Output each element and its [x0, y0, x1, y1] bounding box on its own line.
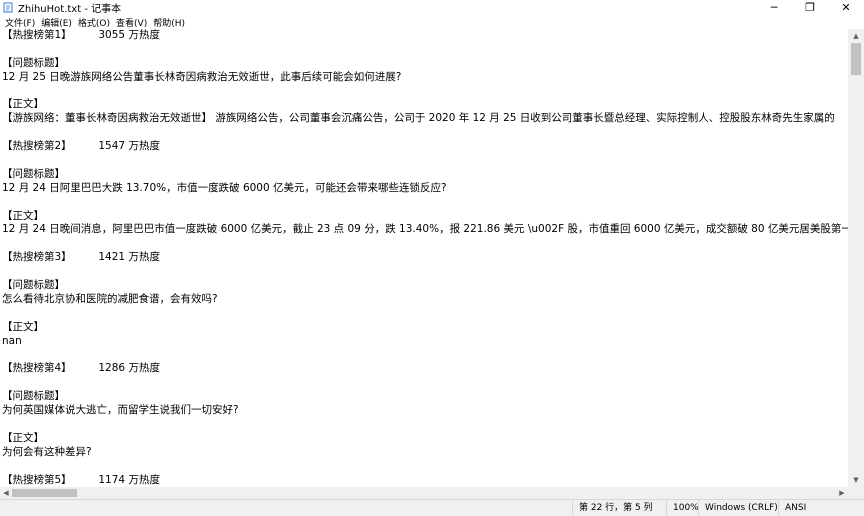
text-line: 【正文】 — [2, 320, 44, 333]
close-icon: ✕ — [841, 1, 851, 14]
text-line: 【正文】 — [2, 209, 44, 222]
text-line: 为何英国媒体说大逃亡，而留学生说我们一切安好? — [2, 404, 239, 417]
text-line: 【热搜榜第5】 1174 万热度 — [2, 473, 160, 486]
zoom-level: 100% — [666, 500, 699, 516]
minimize-icon: ─ — [770, 1, 778, 14]
text-line: 【问题标题】 — [2, 279, 65, 292]
scroll-right-button[interactable]: ▶ — [836, 487, 848, 499]
menu-format[interactable]: 格式(O) — [75, 16, 113, 29]
maximize-button[interactable]: ❐ — [792, 0, 828, 15]
window-title: ZhihuHot.txt - 记事本 — [18, 4, 122, 15]
text-line — [0, 237, 848, 251]
text-line: 【问题标题】 — [2, 390, 65, 403]
text-line: 12 月 24 日晚间消息，阿里巴巴市值一度跌破 6000 亿美元，截止 23 … — [2, 223, 848, 236]
close-button[interactable]: ✕ — [828, 0, 864, 15]
text-line: 12 月 24 日阿里巴巴大跌 13.70%，市值一度跌破 6000 亿美元，可… — [2, 181, 447, 194]
text-line — [0, 348, 848, 362]
minimize-button[interactable]: ─ — [756, 0, 792, 15]
scroll-left-button[interactable]: ◀ — [0, 487, 12, 499]
menu-bar: 文件(F) 编辑(E) 格式(O) 查看(V) 帮助(H) — [0, 15, 864, 29]
text-line — [0, 307, 848, 321]
text-line: 怎么看待北京协和医院的减肥食谱，会有效吗? — [2, 292, 218, 305]
text-line: 【热搜榜第2】 1547 万热度 — [2, 140, 160, 153]
scroll-up-button[interactable]: ▲ — [848, 29, 864, 43]
text-line — [0, 154, 848, 168]
text-line: 【问题标题】 — [2, 56, 65, 69]
caret-up-icon: ▲ — [853, 32, 859, 40]
line-ending: Windows (CRLF) — [698, 500, 778, 516]
menu-help[interactable]: 帮助(H) — [150, 16, 188, 29]
scroll-down-button[interactable]: ▼ — [848, 473, 864, 487]
status-bar: 第 22 行，第 5 列 100% Windows (CRLF) ANSI — [0, 499, 864, 516]
text-line: 【热搜榜第3】 1421 万热度 — [2, 251, 160, 264]
text-line: 【热搜榜第1】 3055 万热度 — [2, 29, 160, 41]
text-line — [0, 196, 848, 210]
window-controls: ─ ❐ ✕ — [756, 0, 864, 15]
vertical-scrollbar[interactable]: ▲ ▼ — [848, 29, 864, 487]
menu-edit[interactable]: 编辑(E) — [38, 16, 75, 29]
text-line: 为何会有这种差异? — [2, 445, 92, 458]
text-line — [0, 85, 848, 99]
horizontal-scrollbar[interactable]: ◀ ▶ — [0, 487, 848, 499]
scrollbar-corner — [848, 487, 864, 499]
restore-icon: ❐ — [805, 1, 815, 14]
text-line: 【游族网络：董事长林奇因病救治无效逝世】 游族网络公告，公司董事会沉痛公告，公司… — [2, 112, 835, 125]
text-line: 【正文】 — [2, 431, 44, 444]
encoding: ANSI — [778, 500, 848, 516]
notepad-icon — [3, 2, 14, 13]
menu-file[interactable]: 文件(F) — [2, 16, 38, 29]
text-line: 12 月 25 日晚游族网络公告董事长林奇因病救治无效逝世，此事后续可能会如何进… — [2, 70, 402, 83]
text-line: 【问题标题】 — [2, 167, 65, 180]
caret-left-icon: ◀ — [3, 489, 9, 497]
text-editor[interactable]: 【热搜榜第1】 3055 万热度 【问题标题】 12 月 25 日晚游族网络公告董事… — [0, 29, 848, 487]
text-line: nan — [2, 334, 22, 347]
text-line: 【正文】 — [2, 98, 44, 111]
text-line — [0, 126, 848, 140]
title-bar: ZhihuHot.txt - 记事本 ─ ❐ ✕ — [0, 0, 864, 15]
text-line — [0, 43, 848, 57]
caret-down-icon: ▼ — [853, 476, 859, 484]
vertical-scroll-thumb[interactable] — [851, 43, 861, 75]
text-line — [0, 460, 848, 474]
text-line: 【热搜榜第4】 1286 万热度 — [2, 362, 160, 375]
cursor-position: 第 22 行，第 5 列 — [572, 500, 666, 516]
menu-view[interactable]: 查看(V) — [113, 16, 150, 29]
text-line — [0, 265, 848, 279]
text-line — [0, 418, 848, 432]
horizontal-scroll-thumb[interactable] — [12, 489, 77, 497]
text-line — [0, 376, 848, 390]
caret-right-icon: ▶ — [839, 489, 845, 497]
